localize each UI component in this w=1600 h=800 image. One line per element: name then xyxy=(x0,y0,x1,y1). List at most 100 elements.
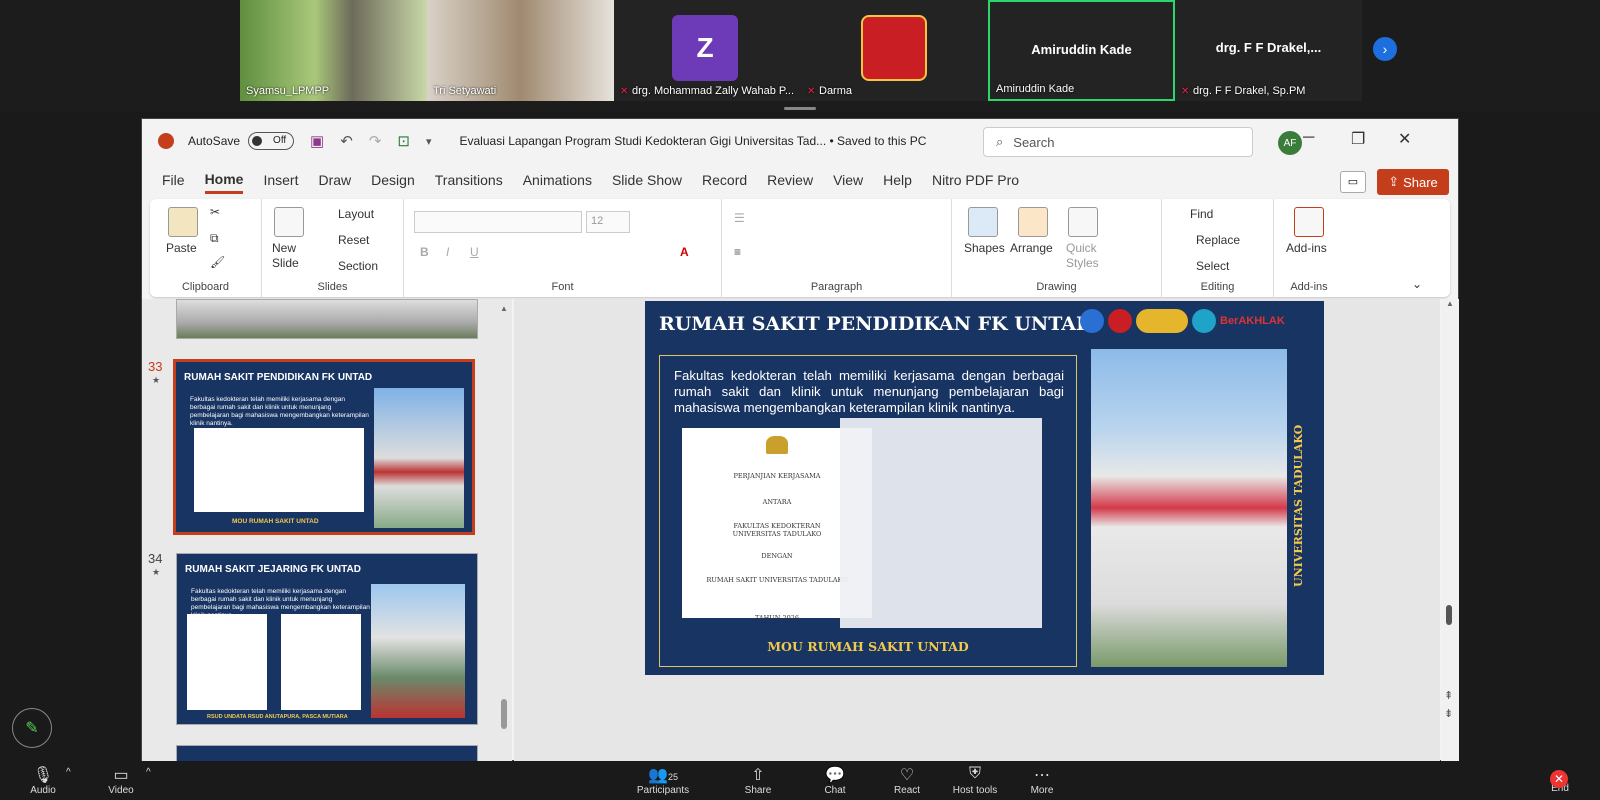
tab-home[interactable]: Home xyxy=(204,171,244,194)
shapes-icon[interactable] xyxy=(968,207,998,237)
save-icon[interactable]: ▣ xyxy=(310,132,324,150)
thumbnail-scrollbar[interactable]: ▲ xyxy=(500,304,508,754)
editor-scrollbar[interactable]: ▲ ⇞ ⇟ xyxy=(1441,299,1459,761)
tab-draw[interactable]: Draw xyxy=(318,172,351,192)
share-screen-button[interactable]: ⇧ Share xyxy=(723,765,793,796)
italic-icon[interactable]: I xyxy=(446,245,449,259)
layout-button[interactable]: Layout xyxy=(338,207,374,221)
animation-star-icon: ★ xyxy=(152,567,161,577)
next-slide-icon[interactable]: ⇟ xyxy=(1444,707,1453,720)
search-input[interactable]: ⌕ Search xyxy=(983,127,1253,157)
audio-options-icon[interactable]: ^ xyxy=(66,767,71,778)
cut-icon[interactable]: ✂ xyxy=(210,205,220,219)
heart-icon: ♡ xyxy=(899,767,915,784)
slide-thumbnail-34[interactable]: RUMAH SAKIT JEJARING FK UNTAD Fakultas k… xyxy=(176,553,478,725)
autosave-toggle[interactable]: Off xyxy=(248,132,295,150)
slide-thumbnail-33[interactable]: RUMAH SAKIT PENDIDIKAN FK UNTAD Fakultas… xyxy=(173,359,475,535)
tab-design[interactable]: Design xyxy=(371,172,415,192)
chat-button[interactable]: 💬 Chat xyxy=(800,765,870,796)
font-name-select[interactable] xyxy=(414,211,582,233)
font-color-icon[interactable]: A xyxy=(680,245,689,259)
participant-tile[interactable]: Z ✕ drg. Mohammad Zally Wahab P... xyxy=(614,0,801,101)
thumb-body: Fakultas kedokteran telah memiliki kerja… xyxy=(190,396,369,427)
thumb-photo xyxy=(371,584,465,718)
tab-nitro[interactable]: Nitro PDF Pro xyxy=(932,172,1019,192)
participant-tile[interactable]: ✕ Darma xyxy=(801,0,988,101)
arrange-icon[interactable] xyxy=(1018,207,1048,237)
slide-body-text[interactable]: Fakultas kedokteran telah memiliki kerja… xyxy=(674,368,1064,416)
tab-transitions[interactable]: Transitions xyxy=(435,172,503,192)
tab-slide-show[interactable]: Slide Show xyxy=(612,172,682,192)
new-slide-icon[interactable] xyxy=(274,207,304,237)
slide-title[interactable]: RUMAH SAKIT PENDIDIKAN FK UNTAD xyxy=(659,313,1093,335)
slide-thumbnail-35[interactable] xyxy=(176,745,478,761)
tab-view[interactable]: View xyxy=(833,172,863,192)
slide-thumbnail-32[interactable] xyxy=(176,299,478,339)
copy-icon[interactable]: ⧉ xyxy=(210,231,219,246)
strip-resize-handle[interactable] xyxy=(784,107,816,110)
tab-insert[interactable]: Insert xyxy=(263,172,298,192)
arrange-button[interactable]: Arrange xyxy=(1010,241,1053,255)
document-title[interactable]: Evaluasi Lapangan Program Studi Kedokter… xyxy=(460,134,927,148)
paste-icon[interactable] xyxy=(168,207,198,237)
underline-icon[interactable]: U xyxy=(470,245,479,259)
participant-tile[interactable]: Syamsu_LPMPP xyxy=(240,0,427,101)
paste-button[interactable]: Paste xyxy=(166,241,197,255)
undo-icon[interactable]: ↶ xyxy=(340,132,353,150)
quick-styles-button[interactable]: Quick Styles xyxy=(1066,241,1106,271)
thumb-document xyxy=(281,614,361,710)
previous-slide-icon[interactable]: ⇞ xyxy=(1444,689,1453,702)
current-slide[interactable]: RUMAH SAKIT PENDIDIKAN FK UNTAD BerAKHLA… xyxy=(645,301,1324,675)
more-button[interactable]: ⋯ More xyxy=(1007,765,1077,796)
annotate-pen-button[interactable]: ✎ xyxy=(12,708,52,748)
select-button[interactable]: Select xyxy=(1196,259,1229,273)
reset-button[interactable]: Reset xyxy=(338,233,369,247)
end-icon[interactable]: ✕ xyxy=(1550,770,1568,788)
section-button[interactable]: Section xyxy=(338,259,378,273)
comments-button[interactable]: ▭ xyxy=(1340,171,1366,193)
minimize-icon[interactable]: ─ xyxy=(1303,129,1314,147)
tab-help[interactable]: Help xyxy=(883,172,912,192)
new-slide-button[interactable]: New Slide xyxy=(272,241,312,271)
tab-record[interactable]: Record xyxy=(702,172,747,192)
close-icon[interactable]: ✕ xyxy=(1398,129,1411,149)
participant-tile[interactable]: drg. F F Drakel,... ✕ drg. F F Drakel, Sp… xyxy=(1175,0,1362,101)
quick-styles-icon[interactable] xyxy=(1068,207,1098,237)
scroll-thumb[interactable] xyxy=(501,699,507,729)
font-size-select[interactable]: 12 xyxy=(586,211,630,233)
group-label: Add-ins xyxy=(1290,281,1328,293)
bullets-icon[interactable]: ☰ xyxy=(734,211,745,225)
host-tools-button[interactable]: ⛨ Host tools xyxy=(940,765,1010,796)
hospital-photo[interactable] xyxy=(1091,349,1287,667)
tab-review[interactable]: Review xyxy=(767,172,813,192)
restore-icon[interactable]: ❐ xyxy=(1351,129,1365,149)
scroll-up-icon[interactable]: ▲ xyxy=(500,304,508,313)
addins-button[interactable]: Add-ins xyxy=(1286,241,1327,255)
share-icon: ⇪ xyxy=(1388,174,1400,189)
shapes-button[interactable]: Shapes xyxy=(964,241,1005,255)
participant-name: Syamsu_LPMPP xyxy=(246,85,330,97)
present-icon[interactable]: ⊡ xyxy=(397,132,410,150)
next-participants-button[interactable]: › xyxy=(1373,37,1397,61)
find-button[interactable]: Find xyxy=(1190,207,1213,221)
redo-icon[interactable]: ↷ xyxy=(369,132,382,150)
scroll-thumb[interactable] xyxy=(1446,605,1452,625)
format-painter-icon[interactable]: 🖌 xyxy=(210,255,225,269)
bold-icon[interactable]: B xyxy=(420,245,429,259)
customize-toolbar-icon[interactable]: ▾ xyxy=(426,135,432,148)
collapse-ribbon-icon[interactable]: ⌄ xyxy=(1412,277,1422,291)
addins-icon[interactable] xyxy=(1294,207,1324,237)
react-button[interactable]: ♡ React xyxy=(872,765,942,796)
video-options-icon[interactable]: ^ xyxy=(146,767,151,778)
tab-file[interactable]: File xyxy=(162,172,185,192)
participants-button[interactable]: 👥25 Participants xyxy=(628,765,698,796)
align-left-icon[interactable]: ≡ xyxy=(734,245,741,259)
scroll-up-icon[interactable]: ▲ xyxy=(1441,299,1459,308)
account-avatar[interactable]: AF xyxy=(1278,131,1302,155)
tab-animations[interactable]: Animations xyxy=(523,172,592,192)
replace-button[interactable]: Replace xyxy=(1196,233,1240,247)
share-button[interactable]: ⇪ Share xyxy=(1377,169,1449,195)
participant-tile[interactable]: Tri Setyawati xyxy=(427,0,614,101)
participant-tile-active[interactable]: Amiruddin Kade Amiruddin Kade xyxy=(988,0,1175,101)
participants-count: 25 xyxy=(667,772,678,782)
